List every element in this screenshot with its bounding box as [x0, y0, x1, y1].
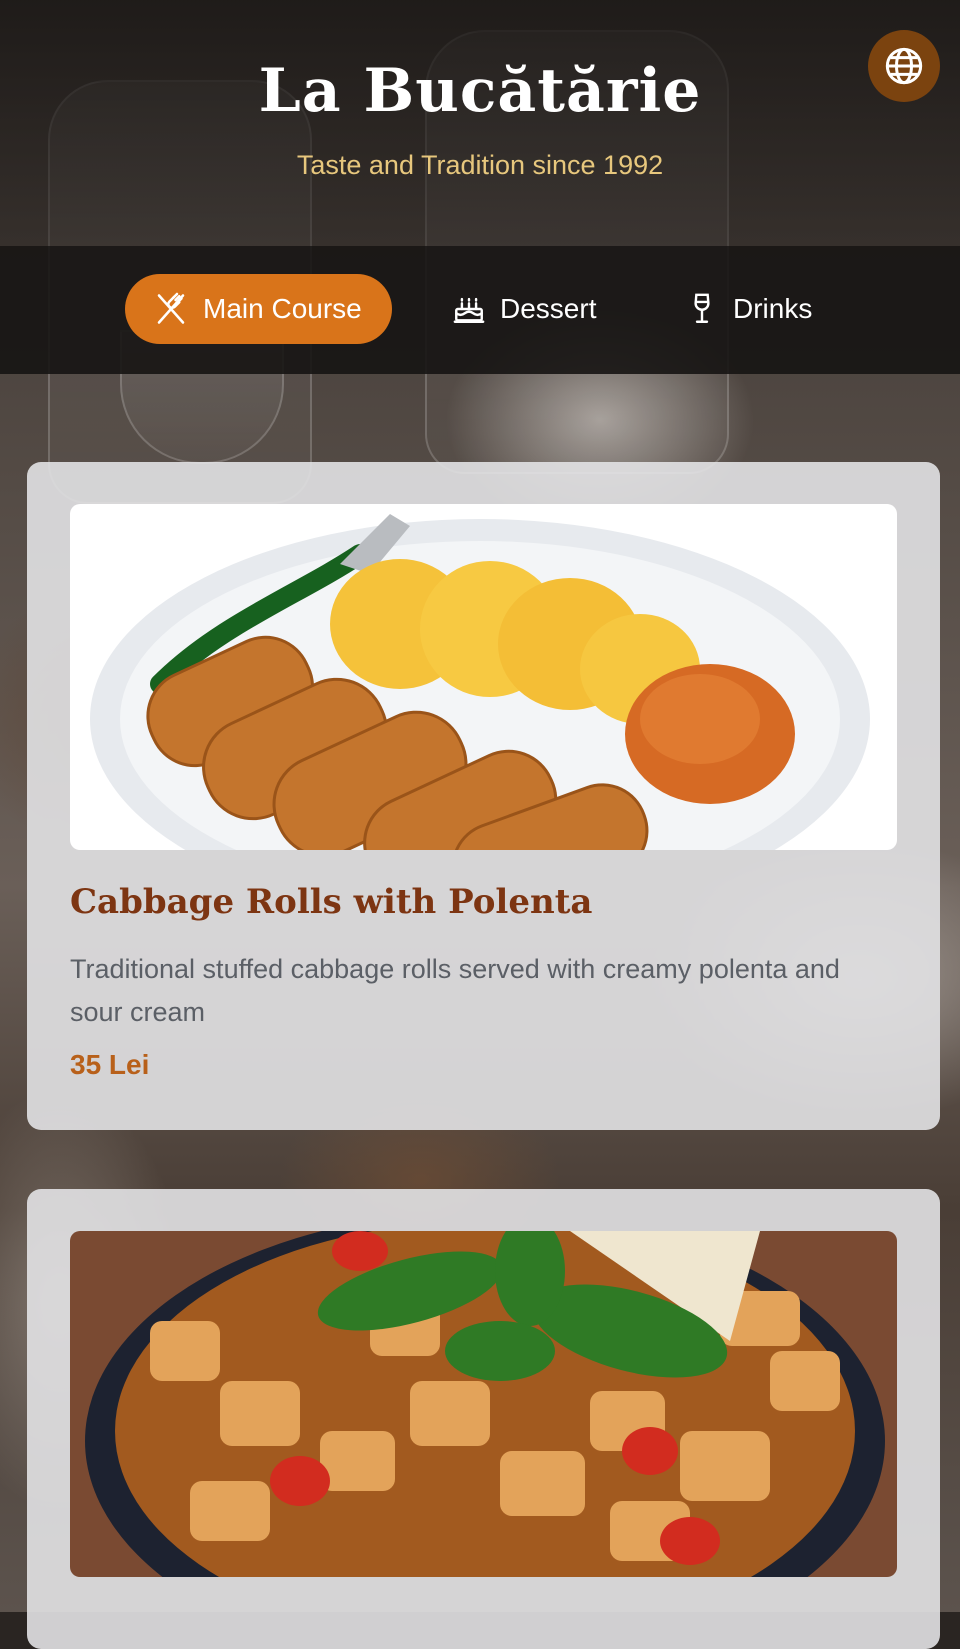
- category-tabs: Main Course Dessert Drinks: [0, 246, 960, 374]
- dish-image: [70, 1231, 897, 1577]
- tab-main-course[interactable]: Main Course: [125, 274, 392, 344]
- dish-image: [70, 504, 897, 850]
- menu-item-card[interactable]: [27, 1189, 940, 1649]
- tab-drinks[interactable]: Drinks: [685, 274, 835, 344]
- tab-label: Main Course: [203, 293, 362, 324]
- restaurant-subtitle: Taste and Tradition since 1992: [296, 150, 664, 180]
- wine-glass-icon: [694, 293, 710, 323]
- cake-icon: [453, 297, 485, 323]
- language-button[interactable]: [868, 30, 940, 102]
- restaurant-title: La Bucătărie: [258, 56, 702, 126]
- utensils-icon: [157, 292, 185, 324]
- menu-item-card[interactable]: Cabbage Rolls with Polenta Traditional s…: [27, 462, 940, 1130]
- dish-price: 35 Lei: [70, 1049, 150, 1080]
- tab-label: Drinks: [733, 293, 813, 324]
- globe-icon: [885, 47, 923, 85]
- site-header: La Bucătărie Taste and Tradition since 1…: [0, 0, 960, 246]
- dish-description: Traditional stuffed cabbage rolls served…: [70, 954, 840, 1027]
- tab-label: Dessert: [500, 293, 597, 324]
- dish-name: Cabbage Rolls with Polenta: [70, 882, 593, 922]
- tab-dessert[interactable]: Dessert: [452, 274, 622, 344]
